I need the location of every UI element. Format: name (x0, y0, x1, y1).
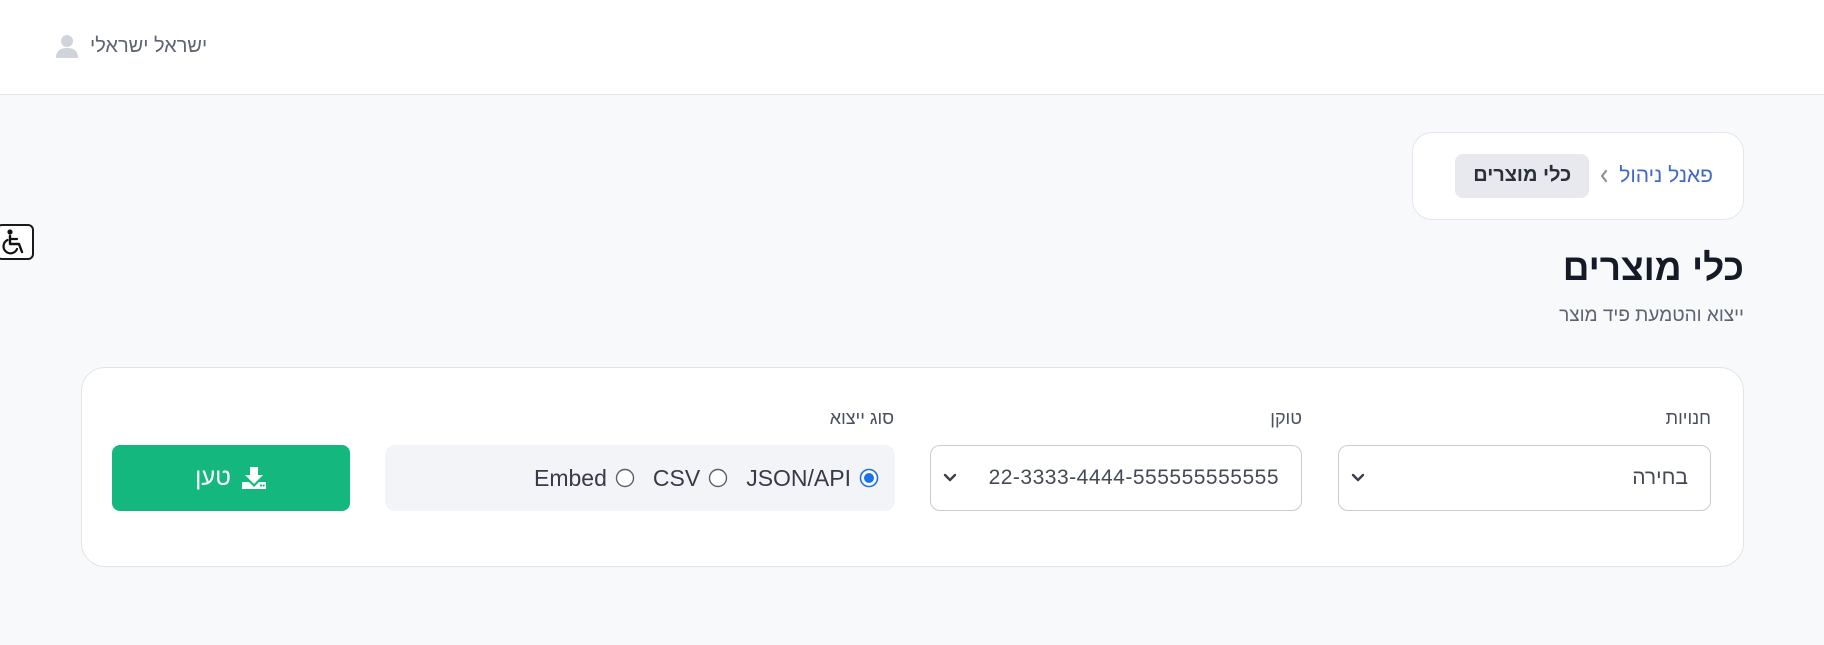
radio-option-csv[interactable]: CSV (653, 465, 728, 492)
load-button-label: טען (195, 464, 231, 491)
user-name: ישראל ישראלי (90, 34, 208, 57)
radio-unchecked[interactable] (615, 468, 635, 488)
user-icon (56, 35, 78, 58)
radio-option-embed[interactable]: Embed (534, 465, 635, 492)
radio-label-embed: Embed (534, 464, 607, 491)
page-subtitle: ייצוא והטמעת פיד מוצר (1559, 305, 1744, 326)
accessibility-button[interactable] (0, 224, 34, 260)
chevron-down-icon (943, 473, 957, 483)
breadcrumb-current: כלי מוצרים (1455, 154, 1590, 198)
load-button[interactable]: טען (112, 445, 350, 511)
radio-label-json-api: JSON/API (746, 464, 851, 491)
export-type-radio-group: JSON/API CSV Embed (385, 445, 895, 511)
wheelchair-icon (2, 229, 24, 255)
top-bar: ישראל ישראלי (0, 0, 1824, 95)
user-menu[interactable]: ישראל ישראלי (56, 34, 207, 58)
radio-label-csv: CSV (652, 464, 701, 491)
token-select[interactable]: 22-3333-4444-555555555555 (930, 445, 1302, 511)
chevron-left-icon (1599, 169, 1609, 183)
token-label: טוקן (1270, 408, 1302, 428)
radio-checked[interactable] (859, 468, 879, 488)
radio-option-json-api[interactable]: JSON/API (746, 465, 879, 492)
download-icon (241, 466, 267, 490)
export-type-label: סוג ייצוא (829, 408, 894, 428)
breadcrumb: פאנל ניהול כלי מוצרים (1412, 132, 1744, 220)
stores-label: חנויות (1665, 408, 1711, 428)
page-title: כלי מוצרים (1562, 247, 1744, 288)
chevron-down-icon (1351, 473, 1365, 483)
stores-select[interactable]: בחירה (1338, 445, 1711, 511)
stores-select-value: בחירה (1632, 466, 1688, 489)
token-select-value: 22-3333-4444-555555555555 (988, 466, 1279, 489)
radio-unchecked[interactable] (708, 468, 728, 488)
breadcrumb-link-admin-panel[interactable]: פאנל ניהול (1619, 164, 1713, 188)
